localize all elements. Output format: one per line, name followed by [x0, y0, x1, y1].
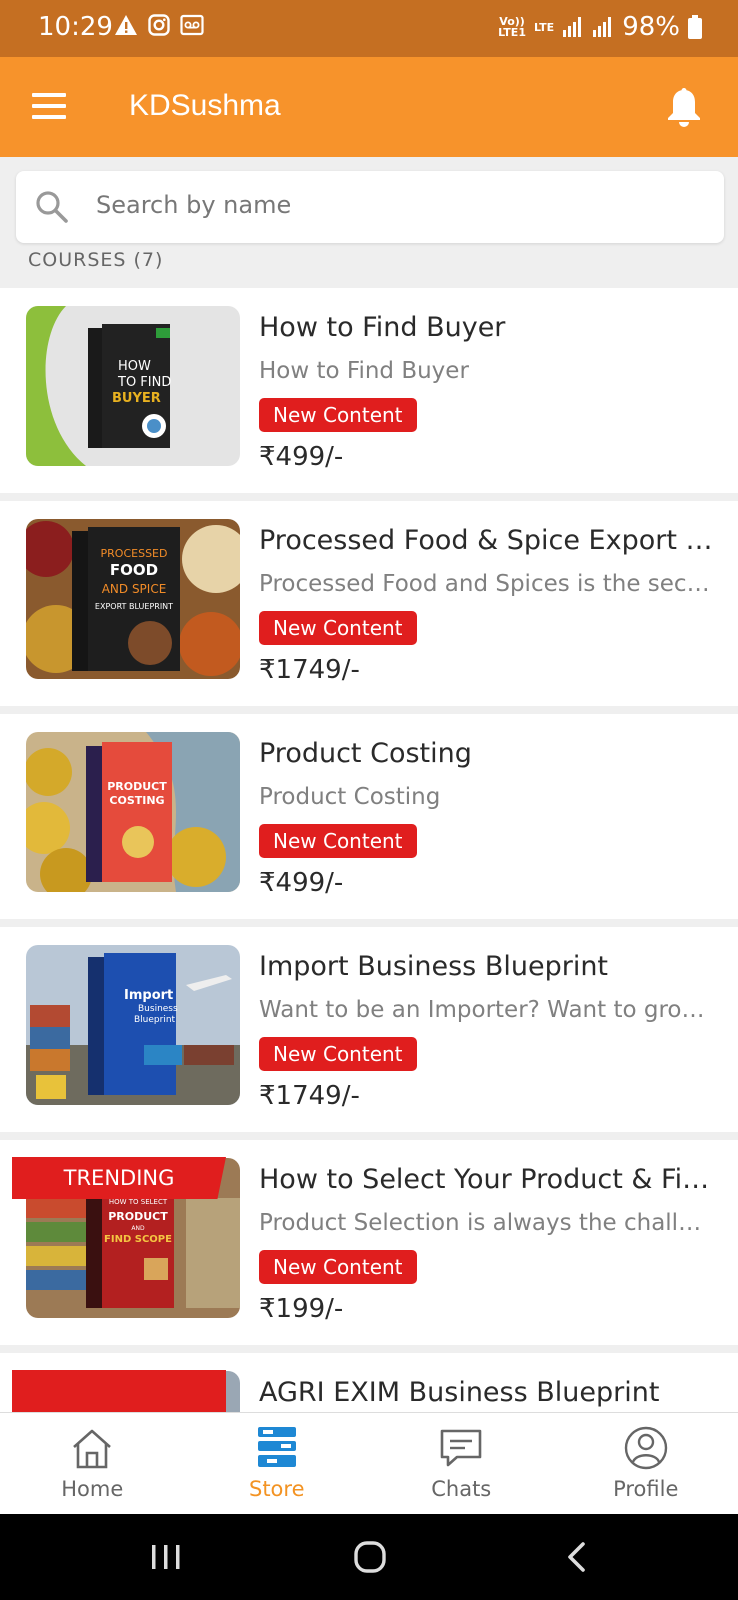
- battery-percent: 98%: [622, 12, 680, 42]
- new-content-badge: New Content: [259, 1037, 417, 1071]
- nav-label: Chats: [431, 1477, 492, 1501]
- back-icon[interactable]: [557, 1540, 597, 1574]
- course-thumbnail: PROCESSED FOOD AND SPICE EXPORT BLUEPRIN…: [26, 519, 240, 679]
- search-input[interactable]: Search by name: [16, 171, 724, 243]
- thumb-text: FIND SCOPE: [104, 1234, 172, 1245]
- course-subtitle: Product Selection is always the challen.…: [259, 1210, 715, 1236]
- thumb-text: TO FIND: [117, 375, 171, 390]
- search-placeholder: Search by name: [96, 191, 292, 219]
- warning-icon: [115, 15, 137, 35]
- course-subtitle: Product Costing: [259, 784, 441, 810]
- nav-label: Home: [61, 1477, 124, 1501]
- bell-icon[interactable]: [664, 87, 704, 129]
- course-title: Product Costing: [259, 738, 472, 769]
- course-price: ₹499/-: [259, 442, 344, 472]
- course-title: How to Select Your Product & Find...: [259, 1164, 715, 1195]
- nav-store[interactable]: Store: [185, 1413, 370, 1514]
- new-content-badge: New Content: [259, 824, 417, 858]
- nav-label: Store: [248, 1477, 305, 1501]
- nav-chats[interactable]: Chats: [369, 1413, 554, 1514]
- thumb-text: EXPORT BLUEPRINT: [95, 602, 173, 611]
- recents-icon[interactable]: [146, 1540, 186, 1574]
- instagram-icon: [148, 14, 170, 36]
- thumb-text: PRODUCT: [107, 780, 167, 793]
- profile-icon: [624, 1426, 667, 1470]
- course-title: Import Business Blueprint: [259, 951, 609, 982]
- course-card[interactable]: Import Business Blueprint Import Busines…: [0, 927, 738, 1132]
- trending-ribbon: [12, 1370, 226, 1412]
- status-time: 10:29: [38, 12, 113, 42]
- signal-icon: [593, 17, 612, 37]
- thumb-text: FOOD: [110, 561, 158, 579]
- status-bar: 10:29 Vo)) LTE1 LTE 98%: [0, 0, 738, 57]
- thumb-text: Blueprint: [134, 1015, 176, 1025]
- nav-profile[interactable]: Profile: [554, 1413, 738, 1514]
- thumb-text: Import: [124, 988, 173, 1003]
- volte-icon: Vo)) LTE1: [498, 15, 526, 39]
- thumb-text: PRODUCT: [108, 1210, 168, 1223]
- course-thumbnail: Import Business Blueprint: [26, 945, 240, 1105]
- app-bar: KDSushma: [0, 57, 738, 157]
- thumb-text: HOW TO SELECT: [109, 1198, 168, 1206]
- bottom-nav: Home Store Chats Profile: [0, 1412, 738, 1514]
- nav-label: Profile: [613, 1477, 679, 1501]
- thumb-text: COSTING: [109, 794, 164, 807]
- course-title: AGRI EXIM Business Blueprint: [259, 1377, 660, 1408]
- thumb-text: PROCESSED: [101, 547, 168, 560]
- voicemail-icon: [180, 14, 204, 36]
- new-content-badge: New Content: [259, 611, 417, 645]
- search-section: Search by name: [0, 157, 738, 257]
- search-icon: [36, 191, 68, 223]
- course-card[interactable]: HOW TO SELECT PRODUCT AND FIND SCOPE TRE…: [0, 1140, 738, 1345]
- thumb-text: Business: [138, 1004, 178, 1014]
- lte-indicator: LTE: [533, 20, 555, 34]
- store-icon: [257, 1427, 296, 1467]
- trending-ribbon: TRENDING: [12, 1157, 226, 1199]
- course-price: ₹1749/-: [259, 655, 360, 685]
- course-list[interactable]: HOW TO FIND BUYER How to Find Buyer How …: [0, 288, 738, 1412]
- course-subtitle: How to Find Buyer: [259, 358, 469, 384]
- signal-icon: [563, 17, 582, 37]
- course-thumbnail: HOW TO FIND BUYER: [26, 306, 240, 466]
- app-title: KDSushma: [129, 89, 281, 122]
- course-title: Processed Food & Spice Export Bl...: [259, 525, 715, 556]
- new-content-badge: New Content: [259, 1250, 417, 1284]
- course-card[interactable]: AGRI EXIM Business Blueprint: [0, 1353, 738, 1412]
- course-title: How to Find Buyer: [259, 312, 506, 343]
- course-price: ₹499/-: [259, 868, 344, 898]
- course-price: ₹1749/-: [259, 1081, 360, 1111]
- course-card[interactable]: PRODUCT COSTING Product Costing Product …: [0, 714, 738, 919]
- new-content-badge: New Content: [259, 398, 417, 432]
- home-circle-icon[interactable]: [350, 1540, 390, 1574]
- system-nav-bar: [0, 1514, 738, 1600]
- chat-icon: [440, 1429, 482, 1467]
- thumb-text: HOW: [118, 359, 151, 374]
- thumb-text: AND: [131, 1225, 145, 1232]
- nav-home[interactable]: Home: [0, 1413, 185, 1514]
- course-subtitle: Want to be an Importer? Want to grow ...: [259, 997, 715, 1023]
- course-thumbnail: PRODUCT COSTING: [26, 732, 240, 892]
- thumb-text: AND SPICE: [102, 582, 167, 596]
- course-card[interactable]: PROCESSED FOOD AND SPICE EXPORT BLUEPRIN…: [0, 501, 738, 706]
- course-price: ₹199/-: [259, 1294, 344, 1324]
- hamburger-icon[interactable]: [32, 93, 68, 121]
- course-subtitle: Processed Food and Spices is the secto..…: [259, 571, 715, 597]
- thumb-text: BUYER: [112, 391, 161, 406]
- course-card[interactable]: HOW TO FIND BUYER How to Find Buyer How …: [0, 288, 738, 493]
- battery-icon: [688, 15, 702, 39]
- section-label: COURSES (7): [28, 249, 164, 271]
- home-icon: [73, 1429, 112, 1469]
